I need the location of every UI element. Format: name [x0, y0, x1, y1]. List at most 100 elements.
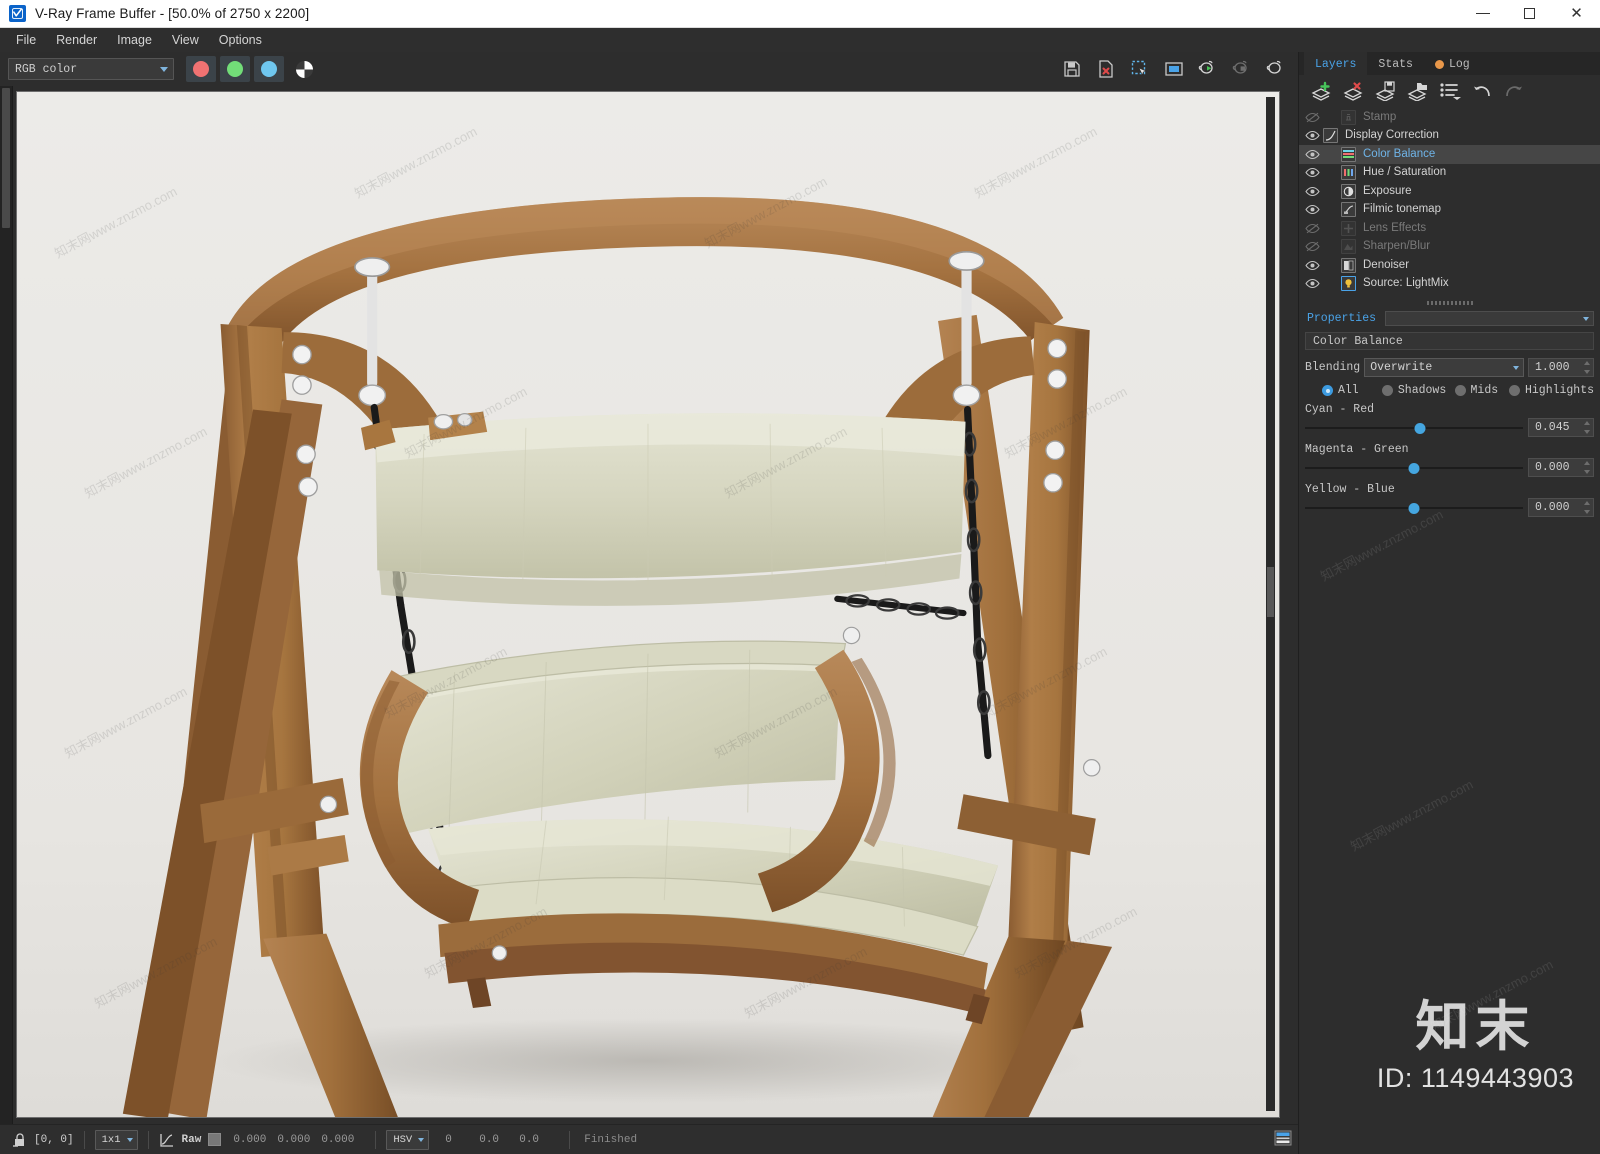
- layer-color-balance[interactable]: Color Balance: [1299, 145, 1600, 164]
- slider-value-field[interactable]: 0.045: [1528, 418, 1594, 437]
- menu-image[interactable]: Image: [107, 31, 162, 50]
- layer-filmic-tonemap[interactable]: Filmic tonemap: [1299, 201, 1600, 220]
- range-radio-all[interactable]: All: [1322, 384, 1382, 397]
- viewer-scrollbar-left[interactable]: [0, 86, 13, 1124]
- close-button[interactable]: ✕: [1553, 0, 1600, 28]
- properties-preset-select[interactable]: [1385, 310, 1594, 326]
- layer-label: Denoiser: [1363, 258, 1410, 271]
- curve-icon[interactable]: [159, 1132, 174, 1148]
- color-mode-select[interactable]: HSV: [386, 1129, 430, 1150]
- slider-track[interactable]: [1305, 500, 1523, 516]
- fit-to-window-icon[interactable]: [1160, 56, 1188, 82]
- green-channel-button[interactable]: [220, 56, 250, 82]
- window-controls: ✕: [1459, 0, 1600, 28]
- visibility-on-icon[interactable]: [1301, 260, 1323, 271]
- sample-b: 0.000: [321, 1133, 355, 1146]
- layer-hue-saturation[interactable]: Hue / Saturation: [1299, 164, 1600, 183]
- range-radio-mids[interactable]: Mids: [1454, 384, 1509, 397]
- scrollbar-thumb-right[interactable]: [1267, 567, 1274, 617]
- tab-stats[interactable]: Stats: [1367, 52, 1424, 75]
- layer-lens-effects[interactable]: Lens Effects: [1299, 219, 1600, 238]
- channel-select[interactable]: RGB color: [8, 58, 174, 80]
- visibility-on-icon[interactable]: [1301, 204, 1323, 215]
- layout-icon[interactable]: [1274, 1130, 1292, 1150]
- status-bar: [0, 0] 1x1 Raw 0.000 0.000 0.000 HSV 0 0…: [0, 1124, 1298, 1154]
- menu-file[interactable]: File: [6, 31, 46, 50]
- log-status-dot-icon: [1434, 59, 1444, 69]
- range-radio-shadows[interactable]: Shadows: [1381, 384, 1455, 397]
- range-radio-highlights[interactable]: Highlights: [1508, 384, 1594, 397]
- red-channel-button[interactable]: [186, 56, 216, 82]
- add-layer-icon[interactable]: [1307, 78, 1337, 104]
- main-body: RGB color [0, 0] 1x1 Raw 0.000 0.000 0.0…: [0, 52, 1600, 1154]
- sample-size-value: 1x1: [101, 1133, 121, 1146]
- visibility-on-icon[interactable]: [1301, 167, 1323, 178]
- undo-icon[interactable]: [1467, 78, 1497, 104]
- alpha-channel-button[interactable]: [296, 60, 313, 78]
- tab-log-label: Log: [1448, 57, 1470, 71]
- redo-icon[interactable]: [1499, 78, 1529, 104]
- render-canvas[interactable]: 知末网www.znzmo.com 知末网www.znzmo.com 知末网www…: [16, 91, 1280, 1118]
- slider-track[interactable]: [1305, 460, 1523, 476]
- window-title: V-Ray Frame Buffer - [50.0% of 2750 x 22…: [35, 6, 310, 21]
- layer-exposure[interactable]: Exposure: [1299, 182, 1600, 201]
- visibility-on-icon[interactable]: [1301, 186, 1323, 197]
- slider-value: 0.045: [1535, 421, 1570, 434]
- layer-options-icon[interactable]: [1435, 78, 1465, 104]
- visibility-off-icon[interactable]: [1301, 223, 1323, 234]
- menu-view[interactable]: View: [162, 31, 209, 50]
- minimize-button[interactable]: [1459, 0, 1506, 28]
- layer-denoiser[interactable]: Denoiser: [1299, 256, 1600, 275]
- stop-render-icon[interactable]: [1228, 56, 1256, 82]
- visibility-off-icon[interactable]: [1301, 112, 1323, 123]
- slider-value-field[interactable]: 0.000: [1528, 498, 1594, 517]
- tab-log[interactable]: Log: [1424, 52, 1481, 75]
- layer-stamp[interactable]: Stamp: [1299, 108, 1600, 127]
- save-image-icon[interactable]: [1058, 56, 1086, 82]
- visibility-on-icon[interactable]: [1301, 149, 1323, 160]
- save-layers-icon[interactable]: [1371, 78, 1401, 104]
- radio-indicator: [1508, 385, 1520, 396]
- visibility-off-icon[interactable]: [1301, 241, 1323, 252]
- clear-image-icon[interactable]: [1092, 56, 1120, 82]
- slider-knob[interactable]: [1414, 422, 1426, 434]
- layer-display-correction[interactable]: Display Correction: [1299, 127, 1600, 146]
- maximize-button[interactable]: [1506, 0, 1553, 28]
- delete-layer-icon[interactable]: [1339, 78, 1369, 104]
- slider-knob[interactable]: [1408, 502, 1420, 514]
- render-last-icon[interactable]: [1194, 56, 1222, 82]
- layer-source-lightmix[interactable]: Source: LightMix: [1299, 275, 1600, 294]
- visibility-on-icon[interactable]: [1301, 278, 1323, 289]
- spinner-arrows-icon[interactable]: [1584, 361, 1591, 374]
- region-render-icon[interactable]: [1126, 56, 1154, 82]
- scrollbar-thumb[interactable]: [2, 88, 10, 228]
- layer-sharpen-blur[interactable]: Sharpen/Blur: [1299, 238, 1600, 257]
- lock-pixel-icon[interactable]: [12, 1132, 26, 1148]
- viewer-scrollbar-right[interactable]: [1266, 97, 1275, 1111]
- sample-size-select[interactable]: 1x1: [94, 1129, 138, 1150]
- slider-label: Yellow - Blue: [1305, 483, 1395, 496]
- slider-row: 0.000: [1305, 498, 1594, 517]
- panel-splitter[interactable]: [1299, 297, 1600, 309]
- spinner-arrows-icon[interactable]: [1584, 421, 1591, 434]
- lens-effects-icon: [1341, 220, 1356, 236]
- splitter-grip: [1426, 301, 1473, 305]
- blue-channel-button[interactable]: [254, 56, 284, 82]
- properties-header: Properties: [1305, 309, 1594, 327]
- blending-amount-field[interactable]: 1.000: [1528, 358, 1594, 377]
- slider-knob[interactable]: [1408, 462, 1420, 474]
- render-icon[interactable]: [1262, 56, 1290, 82]
- blending-mode-select[interactable]: Overwrite: [1364, 358, 1524, 377]
- sharpen-blur-icon: [1341, 239, 1356, 255]
- load-layers-icon[interactable]: [1403, 78, 1433, 104]
- slider-value-field[interactable]: 0.000: [1528, 458, 1594, 477]
- visibility-on-icon[interactable]: [1301, 130, 1323, 141]
- menu-render[interactable]: Render: [46, 31, 107, 50]
- spinner-arrows-icon[interactable]: [1584, 461, 1591, 474]
- tab-layers[interactable]: Layers: [1304, 52, 1368, 75]
- spinner-arrows-icon[interactable]: [1584, 501, 1591, 514]
- layer-list: Stamp Display Correction Color Balance H…: [1299, 107, 1600, 297]
- blending-mode-value: Overwrite: [1370, 361, 1433, 374]
- menu-options[interactable]: Options: [209, 31, 272, 50]
- slider-track[interactable]: [1305, 420, 1523, 436]
